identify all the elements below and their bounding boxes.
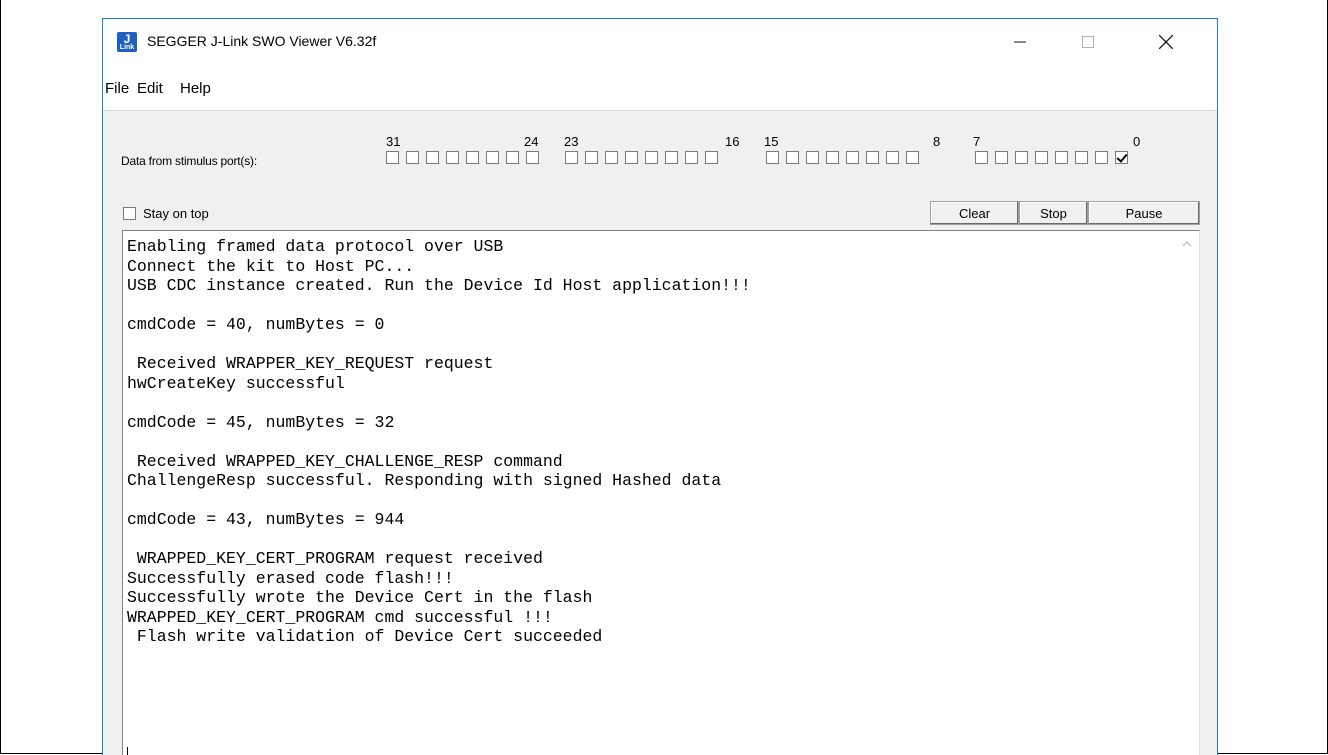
port-number-0: 0 xyxy=(1133,134,1141,149)
port-number-24: 24 xyxy=(524,134,539,149)
stimulus-port-29-checkbox[interactable] xyxy=(426,151,439,164)
menu-help[interactable]: Help xyxy=(180,80,211,97)
minimize-button[interactable] xyxy=(997,19,1043,64)
stimulus-ports-label: Data from stimulus port(s): xyxy=(121,154,257,168)
pause-button[interactable]: Pause xyxy=(1088,201,1200,225)
stimulus-port-6-checkbox[interactable] xyxy=(995,151,1008,164)
port-number-31: 31 xyxy=(386,134,401,149)
stimulus-port-17-checkbox[interactable] xyxy=(685,151,698,164)
stimulus-port-9-checkbox[interactable] xyxy=(886,151,899,164)
window-title: SEGGER J-Link SWO Viewer V6.32f xyxy=(147,33,377,49)
clear-button[interactable]: Clear xyxy=(930,201,1019,225)
stimulus-port-24-checkbox[interactable] xyxy=(526,151,539,164)
stimulus-port-7-checkbox[interactable] xyxy=(975,151,988,164)
minimize-icon xyxy=(1014,41,1026,42)
stimulus-port-13-checkbox[interactable] xyxy=(806,151,819,164)
stimulus-port-15-checkbox[interactable] xyxy=(766,151,779,164)
menu-bar: File Edit Help xyxy=(103,64,1217,111)
scroll-up-button[interactable] xyxy=(1181,239,1193,249)
close-button[interactable] xyxy=(1143,19,1189,64)
stimulus-port-19-checkbox[interactable] xyxy=(645,151,658,164)
stop-button[interactable]: Stop xyxy=(1019,201,1088,225)
menu-file[interactable]: File xyxy=(105,80,129,97)
stimulus-port-10-checkbox[interactable] xyxy=(866,151,879,164)
stimulus-port-18-checkbox[interactable] xyxy=(665,151,678,164)
stimulus-port-4-checkbox[interactable] xyxy=(1035,151,1048,164)
stay-on-top-checkbox[interactable] xyxy=(123,207,136,220)
stimulus-port-8-checkbox[interactable] xyxy=(906,151,919,164)
stimulus-port-22-checkbox[interactable] xyxy=(585,151,598,164)
text-cursor xyxy=(127,747,128,755)
stimulus-port-5-checkbox[interactable] xyxy=(1015,151,1028,164)
port-number-15: 15 xyxy=(764,134,779,149)
stimulus-port-2-checkbox[interactable] xyxy=(1075,151,1088,164)
swo-viewer-window: J Link SEGGER J-Link SWO Viewer V6.32f F… xyxy=(102,18,1218,755)
stay-on-top-label: Stay on top xyxy=(143,206,209,221)
stimulus-port-28-checkbox[interactable] xyxy=(446,151,459,164)
stimulus-port-25-checkbox[interactable] xyxy=(506,151,519,164)
title-bar[interactable]: J Link SEGGER J-Link SWO Viewer V6.32f xyxy=(103,19,1217,64)
stimulus-port-23-checkbox[interactable] xyxy=(565,151,578,164)
stimulus-port-21-checkbox[interactable] xyxy=(605,151,618,164)
port-number-16: 16 xyxy=(725,134,740,149)
maximize-icon xyxy=(1082,35,1094,48)
stimulus-port-1-checkbox[interactable] xyxy=(1095,151,1108,164)
stimulus-port-11-checkbox[interactable] xyxy=(846,151,859,164)
stimulus-port-26-checkbox[interactable] xyxy=(486,151,499,164)
stimulus-port-14-checkbox[interactable] xyxy=(786,151,799,164)
close-icon xyxy=(1159,34,1173,49)
stimulus-port-27-checkbox[interactable] xyxy=(466,151,479,164)
swo-output-text: Enabling framed data protocol over USB C… xyxy=(127,237,751,646)
swo-output-textarea[interactable]: Enabling framed data protocol over USB C… xyxy=(122,230,1200,755)
port-number-7: 7 xyxy=(973,134,981,149)
port-number-8: 8 xyxy=(933,134,941,149)
stimulus-port-16-checkbox[interactable] xyxy=(705,151,718,164)
port-number-23: 23 xyxy=(564,134,579,149)
stimulus-port-31-checkbox[interactable] xyxy=(386,151,399,164)
menu-edit[interactable]: Edit xyxy=(137,80,163,97)
stimulus-port-30-checkbox[interactable] xyxy=(406,151,419,164)
stimulus-port-0-checkbox[interactable] xyxy=(1115,151,1128,164)
stimulus-port-20-checkbox[interactable] xyxy=(625,151,638,164)
chevron-up-icon xyxy=(1182,241,1192,247)
jlink-app-icon[interactable]: J Link xyxy=(117,32,137,52)
stimulus-port-3-checkbox[interactable] xyxy=(1055,151,1068,164)
stimulus-port-12-checkbox[interactable] xyxy=(826,151,839,164)
maximize-button[interactable] xyxy=(1065,19,1111,64)
